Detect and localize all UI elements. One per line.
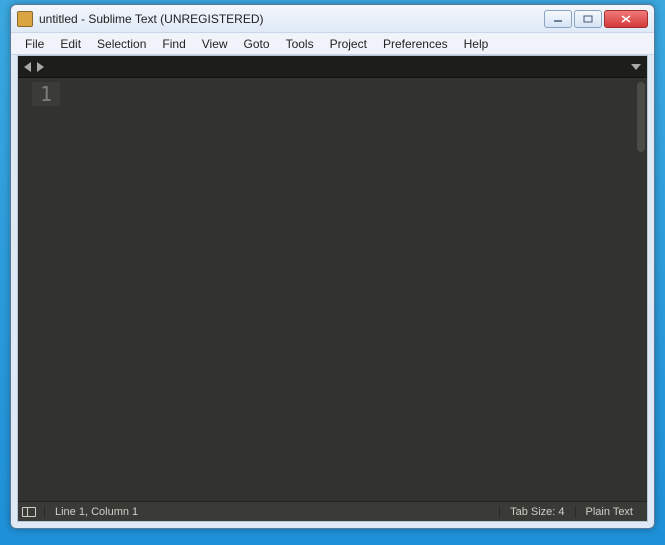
tab-next-icon[interactable]: [37, 62, 44, 72]
tabstrip: [18, 56, 647, 78]
statusbar: Line 1, Column 1 Tab Size: 4 Plain Text: [18, 501, 647, 521]
maximize-button[interactable]: [574, 10, 602, 28]
menu-selection[interactable]: Selection: [89, 35, 154, 53]
window-title: untitled - Sublime Text (UNREGISTERED): [39, 12, 544, 26]
tab-prev-icon[interactable]: [24, 62, 31, 72]
titlebar[interactable]: untitled - Sublime Text (UNREGISTERED): [11, 5, 654, 33]
menu-find[interactable]: Find: [154, 35, 193, 53]
close-button[interactable]: [604, 10, 648, 28]
scrollbar-thumb[interactable]: [637, 82, 645, 152]
app-window: untitled - Sublime Text (UNREGISTERED) F…: [10, 4, 655, 529]
client-area: 1 Line 1, Column 1 Tab Size: 4 Plain Tex…: [17, 55, 648, 522]
line-number: 1: [32, 82, 60, 106]
minimize-icon: [553, 15, 563, 23]
scrollbar-vertical[interactable]: [635, 78, 647, 501]
status-syntax[interactable]: Plain Text: [575, 506, 644, 518]
minimize-button[interactable]: [544, 10, 572, 28]
status-tabsize[interactable]: Tab Size: 4: [499, 506, 574, 518]
maximize-icon: [583, 15, 593, 23]
menu-tools[interactable]: Tools: [278, 35, 322, 53]
menubar: File Edit Selection Find View Goto Tools…: [11, 33, 654, 55]
text-area[interactable]: [68, 78, 647, 501]
menu-help[interactable]: Help: [456, 35, 497, 53]
gutter: 1: [18, 78, 68, 501]
tab-menu-icon[interactable]: [631, 64, 641, 70]
menu-goto[interactable]: Goto: [236, 35, 278, 53]
window-controls: [544, 10, 648, 28]
menu-preferences[interactable]: Preferences: [375, 35, 456, 53]
editor[interactable]: 1: [18, 78, 647, 501]
panel-switcher-icon[interactable]: [22, 507, 36, 517]
menu-file[interactable]: File: [17, 35, 52, 53]
close-icon: [621, 15, 631, 23]
status-position[interactable]: Line 1, Column 1: [44, 506, 148, 518]
app-icon: [17, 11, 33, 27]
menu-view[interactable]: View: [194, 35, 236, 53]
menu-project[interactable]: Project: [322, 35, 375, 53]
menu-edit[interactable]: Edit: [52, 35, 89, 53]
